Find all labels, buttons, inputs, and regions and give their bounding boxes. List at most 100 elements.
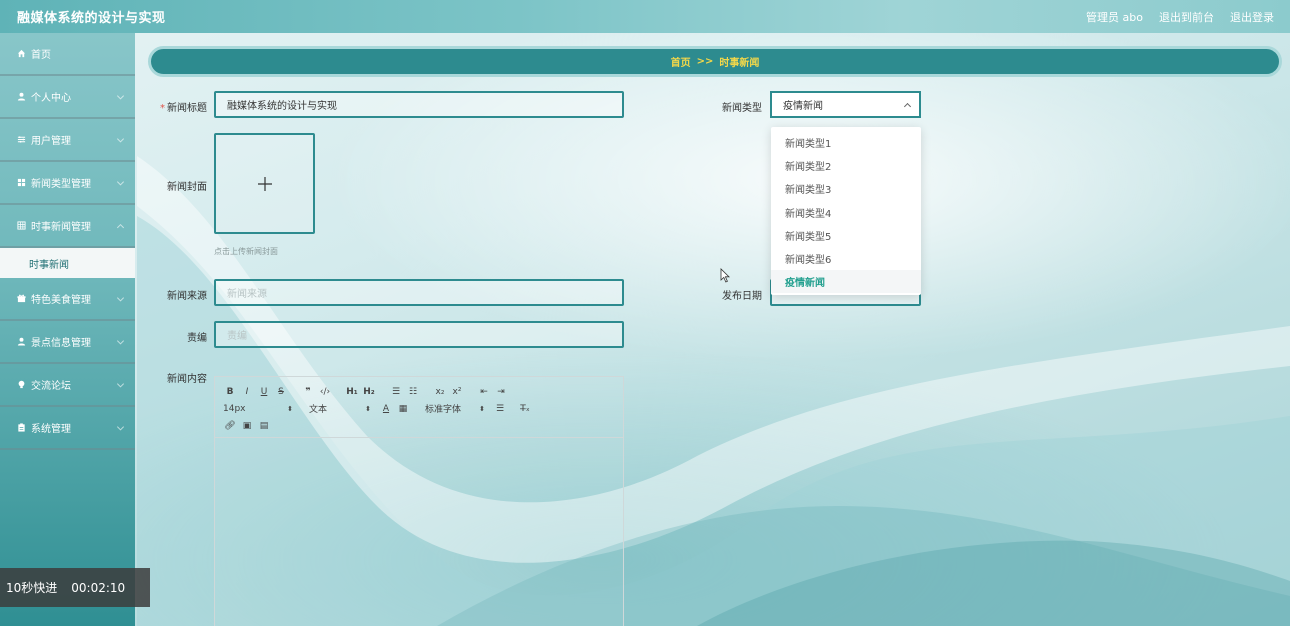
fast-forward-button[interactable]: 10秒快进 [6, 579, 57, 596]
news-source-input[interactable]: 新闻来源 [214, 279, 624, 306]
heading1-icon[interactable]: H₁ [345, 387, 359, 397]
sidebar-item-news-type-management[interactable]: 新闻类型管理 [0, 162, 135, 205]
font-size-select[interactable]: 14px ⬍ [223, 404, 293, 414]
chevron-down-icon [116, 422, 125, 431]
video-icon[interactable]: ▤ [257, 421, 271, 431]
text-style-select[interactable]: 文本 ⬍ [301, 402, 371, 416]
dropdown-option[interactable]: 新闻类型6 [771, 247, 921, 270]
plus-icon [257, 169, 273, 199]
user-icon [15, 337, 27, 346]
image-icon[interactable]: ▣ [240, 421, 254, 431]
sliders-icon [15, 135, 27, 144]
gift-icon [15, 294, 27, 303]
indent-icon[interactable]: ⇥ [494, 387, 508, 397]
logout-link[interactable]: 退出登录 [1230, 9, 1274, 25]
news-type-select[interactable]: 疫情新闻 [770, 91, 921, 118]
breadcrumb-separator: >> [696, 56, 714, 67]
required-asterisk: * [160, 103, 165, 114]
app-title: 融媒体系统的设计与实现 [17, 11, 166, 26]
chevron-down-icon [116, 293, 125, 302]
sidebar-item-label: 交流论坛 [31, 381, 71, 392]
news-type-label: 新闻类型 [722, 103, 762, 114]
video-timestamp: 00:02:10 [71, 580, 126, 595]
sidebar-item-home[interactable]: 首页 [0, 33, 135, 76]
news-title-input[interactable]: 融媒体系统的设计与实现 [214, 91, 624, 118]
bold-icon[interactable]: B [223, 387, 237, 397]
bullet-list-icon[interactable]: ☷ [406, 387, 420, 397]
subscript-icon[interactable]: x₂ [433, 387, 447, 397]
dropdown-option-selected[interactable]: 疫情新闻 [771, 270, 921, 294]
editor-in-charge-input[interactable]: 责编 [214, 321, 624, 348]
sidebar-item-label: 景点信息管理 [31, 338, 91, 349]
mouse-cursor-icon [720, 268, 730, 283]
news-content-label: 新闻内容 [167, 374, 207, 385]
editor-toolbar: B I U S ❞ ‹/› H₁ H₂ ☰ ☷ x₂ x² ⇤ ⇥ 14px ⬍ … [215, 377, 623, 438]
cover-upload-button[interactable] [214, 133, 315, 234]
dropdown-option[interactable]: 新闻类型2 [771, 154, 921, 177]
chevron-down-icon [116, 177, 125, 186]
chevron-down-icon [116, 379, 125, 388]
news-source-label: 新闻来源 [167, 291, 207, 302]
cover-upload-tip: 点击上传新闻封面 [214, 247, 278, 256]
clear-format-icon[interactable]: T̶ₓ [518, 404, 532, 414]
top-header: 融媒体系统的设计与实现 管理员 abo 退出到前台 退出登录 [0, 0, 1290, 33]
superscript-icon[interactable]: x² [450, 387, 464, 397]
chevron-down-icon [116, 91, 125, 100]
rich-text-editor: B I U S ❞ ‹/› H₁ H₂ ☰ ☷ x₂ x² ⇤ ⇥ 14px ⬍ … [214, 376, 624, 626]
sidebar-subitem-current-news[interactable]: 时事新闻 [0, 248, 135, 278]
video-controls-overlay: 10秒快进 00:02:10 [0, 568, 150, 607]
news-cover-label: 新闻封面 [167, 182, 207, 193]
align-icon[interactable]: ☰ [493, 404, 507, 414]
front-page-link[interactable]: 退出到前台 [1159, 9, 1214, 25]
grid-icon [15, 178, 27, 187]
background-color-icon[interactable]: ▦ [396, 404, 410, 414]
dropdown-option[interactable]: 新闻类型5 [771, 224, 921, 247]
blockquote-icon[interactable]: ❞ [301, 387, 315, 397]
sidebar-item-label: 个人中心 [31, 93, 71, 104]
outdent-icon[interactable]: ⇤ [477, 387, 491, 397]
code-icon[interactable]: ‹/› [318, 387, 332, 397]
table-icon [15, 221, 27, 230]
sidebar-item-label: 系统管理 [31, 424, 71, 435]
sidebar-item-user-management[interactable]: 用户管理 [0, 119, 135, 162]
bulb-icon [15, 380, 27, 389]
news-title-label: * 新闻标题 [160, 103, 207, 114]
home-icon [15, 49, 27, 58]
sidebar-item-label: 特色美食管理 [31, 295, 91, 306]
breadcrumb-home[interactable]: 首页 [671, 54, 691, 69]
header-actions: 管理员 abo 退出到前台 退出登录 [1086, 9, 1274, 25]
heading2-icon[interactable]: H₂ [362, 387, 376, 397]
breadcrumb: 首页 >> 时事新闻 [148, 46, 1282, 77]
sidebar-item-current-news-management[interactable]: 时事新闻管理 [0, 205, 135, 248]
user-label: 管理员 abo [1086, 10, 1143, 24]
sidebar-item-label: 时事新闻管理 [31, 222, 91, 233]
publish-date-label: 发布日期 [722, 291, 762, 302]
sidebar-item-personal-center[interactable]: 个人中心 [0, 76, 135, 119]
sidebar-item-system-management[interactable]: 系统管理 [0, 407, 135, 450]
font-color-icon[interactable]: A [379, 404, 393, 414]
breadcrumb-current: 时事新闻 [719, 58, 760, 69]
sidebar-item-label: 新闻类型管理 [31, 179, 91, 190]
dropdown-option[interactable]: 新闻类型4 [771, 201, 921, 224]
font-family-select[interactable]: 标准字体 ⬍ [413, 402, 485, 416]
chevron-down-icon [116, 336, 125, 345]
news-type-value: 疫情新闻 [783, 101, 823, 112]
chevron-up-icon [903, 102, 912, 111]
news-type-dropdown: 新闻类型1 新闻类型2 新闻类型3 新闻类型4 新闻类型5 新闻类型6 疫情新闻 [771, 127, 921, 295]
dropdown-option[interactable]: 新闻类型1 [771, 131, 921, 154]
ordered-list-icon[interactable]: ☰ [389, 387, 403, 397]
strikethrough-icon[interactable]: S [274, 387, 288, 397]
user-icon [15, 92, 27, 101]
link-icon[interactable]: 🔗︎ [223, 421, 237, 431]
chevron-down-icon [116, 134, 125, 143]
sidebar: 首页 个人中心 用户管理 新闻类型管理 时事新闻管理 时事新闻 特色美食管理 景… [0, 33, 135, 626]
italic-icon[interactable]: I [240, 387, 254, 397]
dropdown-option[interactable]: 新闻类型3 [771, 177, 921, 200]
clipboard-icon [15, 423, 27, 432]
underline-icon[interactable]: U [257, 387, 271, 397]
sidebar-item-scenic-management[interactable]: 景点信息管理 [0, 321, 135, 364]
sidebar-item-food-management[interactable]: 特色美食管理 [0, 278, 135, 321]
sidebar-item-label: 首页 [31, 50, 51, 61]
sidebar-item-forum[interactable]: 交流论坛 [0, 364, 135, 407]
editor-in-charge-label: 责编 [187, 333, 207, 344]
